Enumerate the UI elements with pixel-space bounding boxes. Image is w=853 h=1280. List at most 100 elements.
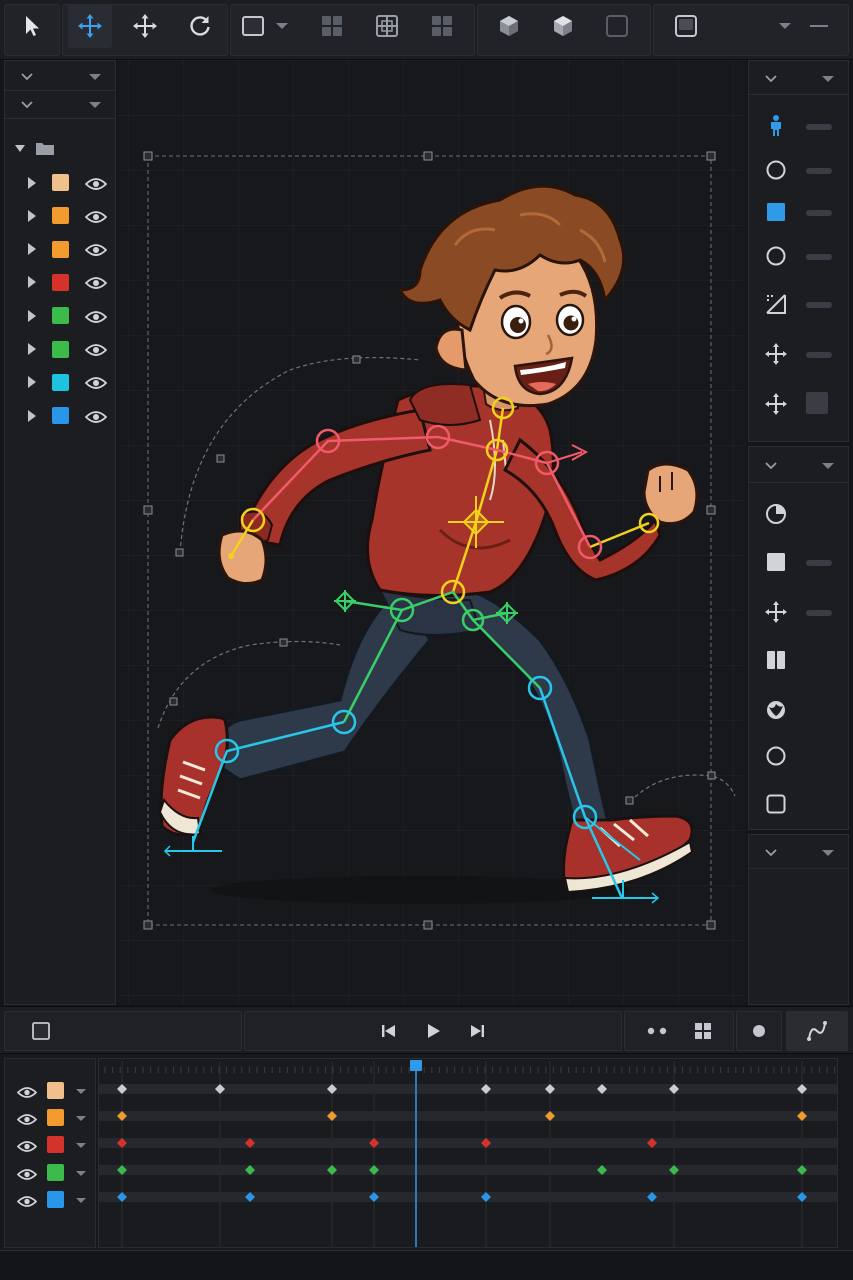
slider-bar[interactable] xyxy=(806,352,832,358)
caret-down-icon xyxy=(89,73,101,80)
expand-arrow-icon[interactable] xyxy=(28,243,36,256)
layer-row[interactable] xyxy=(5,233,121,266)
layers-dropdown-2[interactable] xyxy=(5,91,115,119)
shading-row[interactable] xyxy=(748,690,853,730)
caret-down-icon[interactable] xyxy=(76,1143,86,1149)
layer-row[interactable] xyxy=(5,299,121,332)
chevron-down-icon xyxy=(765,461,777,469)
layer-row[interactable] xyxy=(5,399,121,432)
expand-arrow-icon[interactable] xyxy=(28,209,36,222)
joint-display-row[interactable] xyxy=(748,150,853,190)
move-icon xyxy=(765,343,787,365)
layers-dropdown-1[interactable] xyxy=(5,63,115,91)
cube-solid-button[interactable] xyxy=(541,4,585,48)
eye-icon[interactable] xyxy=(84,242,108,256)
offset-row[interactable] xyxy=(748,592,853,632)
grid-icon[interactable] xyxy=(693,1021,713,1041)
columns-row[interactable] xyxy=(748,640,853,680)
layer-folder[interactable] xyxy=(15,141,55,157)
track-row[interactable] xyxy=(5,1104,97,1131)
slider-bar[interactable] xyxy=(806,560,832,566)
slider-bar[interactable] xyxy=(806,124,832,130)
translate-row[interactable] xyxy=(748,334,853,374)
skip-back-icon[interactable] xyxy=(380,1022,398,1040)
eye-icon[interactable] xyxy=(16,1138,38,1153)
move-tool-button[interactable] xyxy=(68,4,112,48)
eye-icon[interactable] xyxy=(84,375,108,390)
expand-arrow-icon[interactable] xyxy=(28,376,36,389)
expand-arrow-icon[interactable] xyxy=(28,309,36,322)
outline-row[interactable] xyxy=(748,236,853,276)
scale-row[interactable] xyxy=(748,284,853,324)
dopesheet[interactable] xyxy=(98,1058,838,1248)
bone-visibility-row[interactable] xyxy=(748,106,853,146)
handle-tr xyxy=(706,151,716,161)
layer-row[interactable] xyxy=(5,166,121,199)
grid-view-3-button[interactable] xyxy=(420,4,464,48)
grid-view-2-button[interactable] xyxy=(365,4,409,48)
layer-row[interactable] xyxy=(5,333,121,366)
stop-square-icon[interactable] xyxy=(31,1021,51,1041)
caret-down-icon[interactable] xyxy=(76,1170,86,1176)
layer-row[interactable] xyxy=(5,199,121,232)
fill-row[interactable] xyxy=(748,542,853,582)
eye-icon[interactable] xyxy=(84,309,108,323)
eye-icon[interactable] xyxy=(84,409,108,423)
fill-color-row[interactable] xyxy=(748,192,853,232)
chevron-down-icon xyxy=(765,74,777,82)
rotate-tool-button[interactable] xyxy=(178,4,222,48)
layer-row[interactable] xyxy=(5,366,121,399)
skip-forward-icon[interactable] xyxy=(468,1022,486,1040)
caret-down-icon[interactable] xyxy=(76,1116,86,1122)
grid-view-1-button[interactable] xyxy=(310,4,354,48)
curve-editor-icon[interactable] xyxy=(805,1019,829,1043)
track-row[interactable] xyxy=(5,1186,97,1213)
track-row[interactable] xyxy=(5,1077,97,1104)
cube-wire-button[interactable] xyxy=(487,4,531,48)
display-dropdown[interactable] xyxy=(749,449,848,483)
play-icon[interactable] xyxy=(424,1022,442,1040)
value-swatch[interactable] xyxy=(806,392,828,414)
stroke-row[interactable] xyxy=(748,736,853,776)
track-row[interactable] xyxy=(5,1131,97,1158)
eye-icon[interactable] xyxy=(16,1193,38,1207)
caret-down-icon[interactable] xyxy=(76,1197,86,1203)
canvas-viewport[interactable] xyxy=(118,60,746,1005)
view-options-dropdown[interactable] xyxy=(772,4,798,48)
rounded-frame-button[interactable] xyxy=(595,4,639,48)
expand-arrow-icon[interactable] xyxy=(28,409,36,422)
eye-icon[interactable] xyxy=(84,209,108,223)
opacity-row[interactable] xyxy=(748,494,853,534)
expand-arrow-icon[interactable] xyxy=(28,176,36,189)
transform-tool-button[interactable] xyxy=(123,4,167,48)
expand-arrow-icon[interactable] xyxy=(28,276,36,289)
slider-bar[interactable] xyxy=(806,610,832,616)
eye-icon[interactable] xyxy=(84,275,108,290)
onion-skin-icon[interactable] xyxy=(645,1026,669,1036)
extra-dropdown[interactable] xyxy=(749,837,848,869)
record-icon[interactable] xyxy=(751,1023,767,1039)
frame-view-button[interactable] xyxy=(664,4,708,48)
slider-bar[interactable] xyxy=(806,168,832,174)
grid-icon xyxy=(432,16,452,36)
slider-bar[interactable] xyxy=(806,302,832,308)
eye-icon[interactable] xyxy=(84,176,108,190)
properties-dropdown[interactable] xyxy=(749,63,848,95)
caret-down-icon xyxy=(822,849,834,856)
rectangle-dropdown[interactable] xyxy=(272,4,292,48)
slider-bar[interactable] xyxy=(806,210,832,216)
caret-down-icon[interactable] xyxy=(76,1089,86,1094)
eye-icon[interactable] xyxy=(16,1084,38,1098)
slider-bar[interactable] xyxy=(806,254,832,260)
layer-row[interactable] xyxy=(5,266,121,299)
track-row[interactable] xyxy=(5,1159,97,1186)
eye-icon[interactable] xyxy=(84,342,108,356)
expand-arrow-icon[interactable] xyxy=(28,343,36,355)
eye-icon[interactable] xyxy=(16,1166,38,1180)
eye-icon[interactable] xyxy=(16,1111,38,1126)
select-tool-button[interactable] xyxy=(10,4,54,48)
rectangle-tool-button[interactable] xyxy=(238,4,268,48)
pivot-row[interactable] xyxy=(748,384,853,424)
menu-button[interactable] xyxy=(806,4,832,48)
frame-row[interactable] xyxy=(748,784,853,824)
